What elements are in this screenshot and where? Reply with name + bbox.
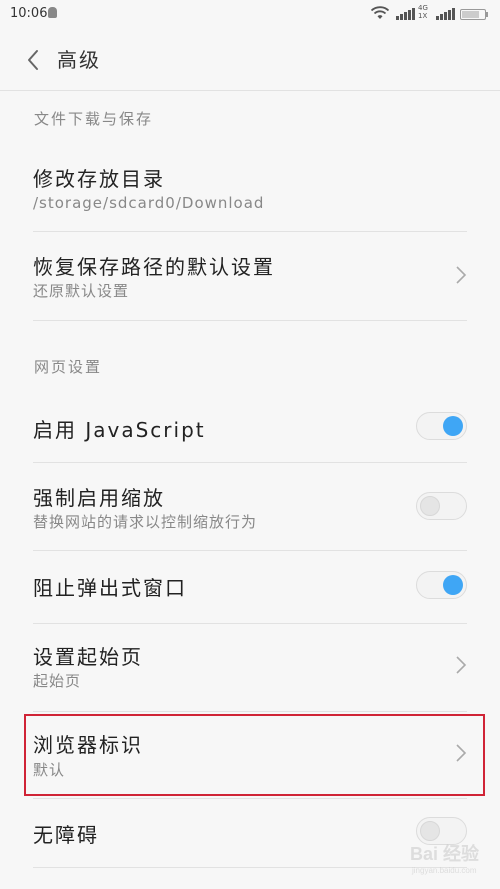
row-title: 设置起始页	[33, 645, 143, 669]
watermark-text: Bai 经验	[410, 844, 480, 864]
row-set-home-page[interactable]: 设置起始页 起始页	[0, 624, 500, 711]
row-force-zoom[interactable]: 强制启用缩放 替换网站的请求以控制缩放行为	[0, 463, 500, 550]
toggle-knob	[443, 416, 463, 436]
chevron-right-icon	[456, 266, 467, 284]
force-zoom-toggle[interactable]	[416, 492, 467, 520]
row-storage-directory[interactable]: 修改存放目录 /storage/sdcard0/Download	[0, 143, 500, 231]
toggle-knob	[420, 821, 440, 841]
row-subtitle: /storage/sdcard0/Download	[33, 194, 265, 212]
signal-icon	[396, 8, 415, 20]
divider	[33, 867, 467, 868]
battery-icon	[460, 9, 486, 20]
status-bar: 10:06 4G 1X	[0, 0, 500, 30]
row-title: 阻止弹出式窗口	[33, 576, 187, 600]
javascript-toggle[interactable]	[416, 412, 467, 440]
wifi-icon	[370, 6, 390, 19]
back-arrow-icon[interactable]	[22, 48, 46, 72]
row-subtitle: 还原默认设置	[33, 282, 130, 300]
app-header: 高级	[0, 30, 500, 91]
watermark-logo: Bai 经验 jingyan.baidu.com	[408, 840, 494, 884]
page-title: 高级	[57, 48, 101, 72]
block-popups-toggle[interactable]	[416, 571, 467, 599]
row-title: 修改存放目录	[33, 167, 165, 191]
row-title: 强制启用缩放	[33, 486, 165, 510]
row-title: 启用 JavaScript	[33, 418, 206, 442]
row-subtitle: 起始页	[33, 672, 82, 690]
section-header-web: 网页设置	[34, 358, 103, 376]
section-header-download: 文件下载与保存	[34, 110, 154, 128]
network-type-label: 4G 1X	[418, 4, 428, 20]
row-title: 无障碍	[33, 823, 99, 847]
status-time: 10:06	[10, 6, 48, 21]
chevron-right-icon	[456, 656, 467, 674]
signal-icon-secondary	[436, 8, 455, 20]
row-restore-default-path[interactable]: 恢复保存路径的默认设置 还原默认设置	[0, 232, 500, 320]
notification-icon	[48, 7, 57, 18]
row-block-popups[interactable]: 阻止弹出式窗口	[0, 551, 500, 623]
row-enable-javascript[interactable]: 启用 JavaScript	[0, 390, 500, 462]
toggle-knob	[443, 575, 463, 595]
row-subtitle: 替换网站的请求以控制缩放行为	[33, 513, 258, 531]
watermark-subtext: jingyan.baidu.com	[412, 866, 477, 875]
highlight-box	[24, 714, 485, 796]
row-title: 恢复保存路径的默认设置	[33, 255, 275, 279]
battery-tip	[486, 12, 488, 17]
divider	[33, 320, 467, 321]
toggle-knob	[420, 496, 440, 516]
